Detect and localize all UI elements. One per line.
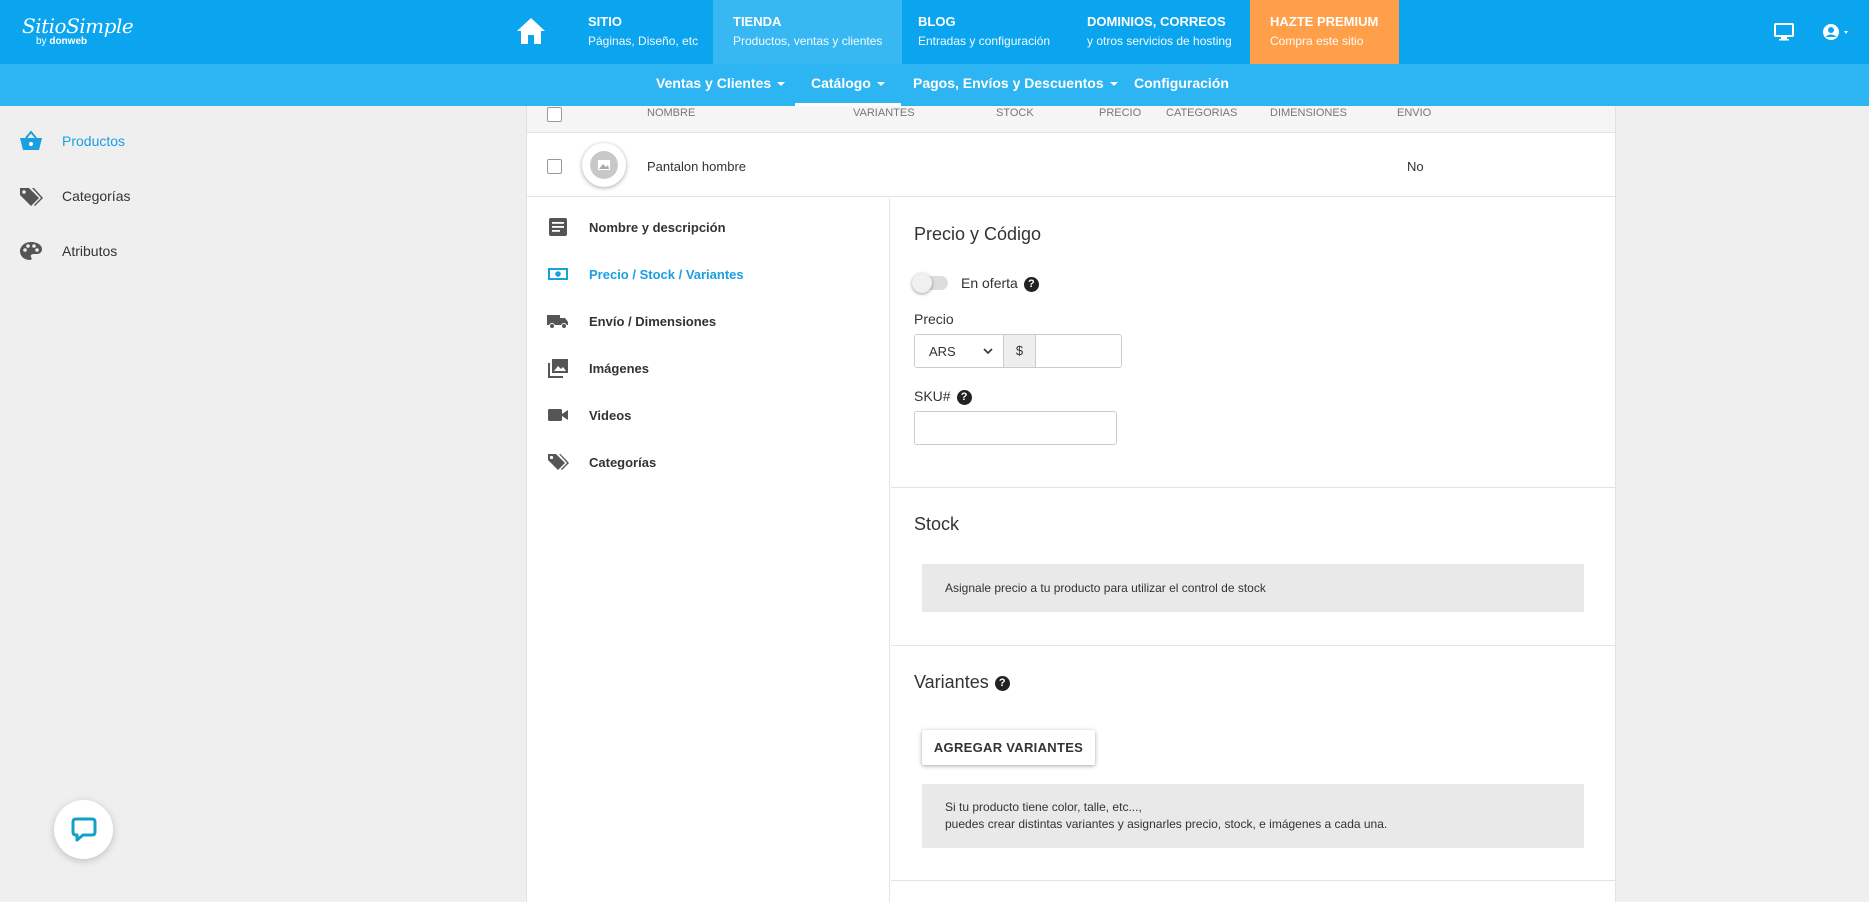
offer-toggle[interactable] [912,273,948,293]
editor-menu-envio-dimensiones[interactable]: Envío / Dimensiones [547,309,716,333]
variants-section: Variantes? AGREGAR VARIANTES Si tu produ… [891,646,1616,881]
truck-icon [547,315,568,329]
stock-section: Stock Asignale precio a tu producto para… [891,488,1616,646]
subnav-configuracion[interactable]: Configuración [1118,64,1245,106]
editor-content: Precio y Código En oferta? Precio ARS $ … [891,198,1616,902]
user-account-icon[interactable] [1820,20,1854,44]
price-section: Precio y Código En oferta? Precio ARS $ … [891,198,1616,488]
editor-menu-videos[interactable]: Videos [547,403,631,427]
palette-icon [20,242,42,260]
price-input[interactable] [1036,335,1121,367]
column-header-precio: PRECIO [1099,107,1142,119]
sidebar-item-categorias[interactable]: Categorías [18,184,130,208]
editor-menu-precio-stock-variantes[interactable]: Precio / Stock / Variantes [547,262,744,286]
nav-tab-dominios[interactable]: DOMINIOS, CORREOS y otros servicios de h… [1067,0,1252,64]
logo-text: SitioSimple [22,14,134,38]
caret-down-icon [1109,82,1118,87]
chat-support-button[interactable] [54,800,113,859]
editor-menu-nombre-descripcion[interactable]: Nombre y descripción [547,215,726,239]
product-name: Pantalon hombre [647,159,747,174]
sub-navigation-bar: Ventas y Clientes Catálogo Pagos, Envíos… [0,64,1869,106]
sku-input[interactable] [914,411,1117,445]
product-editor-panel: NOMBRE VARIANTES STOCK PRECIO CATEGORIAS… [526,106,1616,902]
sitiosimple-logo[interactable]: SitioSimple by donweb [22,14,134,47]
image-placeholder-icon [598,160,610,170]
subnav-ventas-y-clientes[interactable]: Ventas y Clientes [640,64,801,106]
stock-section-title: Stock [914,514,960,534]
editor-section-menu: Nombre y descripción Precio / Stock / Va… [527,198,890,902]
editor-menu-imagenes[interactable]: Imágenes [547,356,649,380]
select-all-checkbox[interactable] [547,107,562,122]
sku-label: SKU#? [914,388,972,405]
document-icon [549,218,567,236]
variants-info-note: Si tu producto tiene color, talle, etc..… [922,784,1584,848]
column-header-variantes: VARIANTES [853,107,915,119]
price-section-title: Precio y Código [914,224,1042,244]
column-header-categorias: CATEGORIAS [1166,107,1238,119]
stock-info-note: Asignale precio a tu producto para utili… [922,564,1584,612]
column-header-dimensiones: DIMENSIONES [1270,107,1348,119]
chevron-down-icon [983,348,993,354]
tags-icon [20,188,43,206]
row-checkbox[interactable] [547,159,562,174]
nav-tab-tienda[interactable]: TIENDA Productos, ventas y clientes [713,0,903,64]
currency-symbol: $ [1004,335,1036,367]
nav-tab-premium[interactable]: HAZTE PREMIUM Compra este sitio [1250,0,1399,64]
column-header-envio: ENVIO [1397,107,1432,119]
caret-down-icon [777,82,786,87]
subnav-pagos-envios-descuentos[interactable]: Pagos, Envíos y Descuentos [897,64,1134,106]
home-icon[interactable] [515,16,547,46]
offer-label: En oferta? [961,275,1039,292]
nav-tab-blog[interactable]: BLOG Entradas y configuración [898,0,1070,64]
variants-section-title: Variantes? [914,672,1010,693]
offer-help-icon[interactable]: ? [1023,276,1039,292]
product-thumbnail [582,143,626,187]
basket-icon [20,130,42,150]
sidebar-item-productos[interactable]: Productos [18,129,125,153]
column-header-nombre: NOMBRE [647,107,696,119]
sku-help-icon[interactable]: ? [956,389,972,405]
currency-select[interactable]: ARS [915,335,1004,367]
price-input-group: ARS $ [914,334,1122,368]
monitor-icon[interactable] [1772,20,1796,44]
column-header-stock: STOCK [996,107,1034,119]
editor-menu-categorias[interactable]: Categorías [547,450,656,474]
tags-icon [548,454,569,470]
money-icon [548,268,568,280]
chat-bubble-icon [71,817,97,842]
table-header: NOMBRE VARIANTES STOCK PRECIO CATEGORIAS… [527,106,1615,133]
sidebar-item-atributos[interactable]: Atributos [18,239,117,263]
add-variants-button[interactable]: AGREGAR VARIANTES [922,730,1095,765]
product-envio: No [1407,159,1424,174]
top-navigation-bar: SitioSimple by donweb SITIO Páginas, Dis… [0,0,1869,64]
price-label: Precio [914,311,954,327]
video-icon [548,409,568,421]
subnav-catalogo[interactable]: Catálogo [795,64,901,106]
nav-tab-sitio[interactable]: SITIO Páginas, Diseño, etc [568,0,718,64]
images-icon [548,359,568,378]
caret-down-icon [876,82,885,87]
table-row[interactable]: Pantalon hombre No [527,133,1615,197]
variants-help-icon[interactable]: ? [994,675,1010,691]
